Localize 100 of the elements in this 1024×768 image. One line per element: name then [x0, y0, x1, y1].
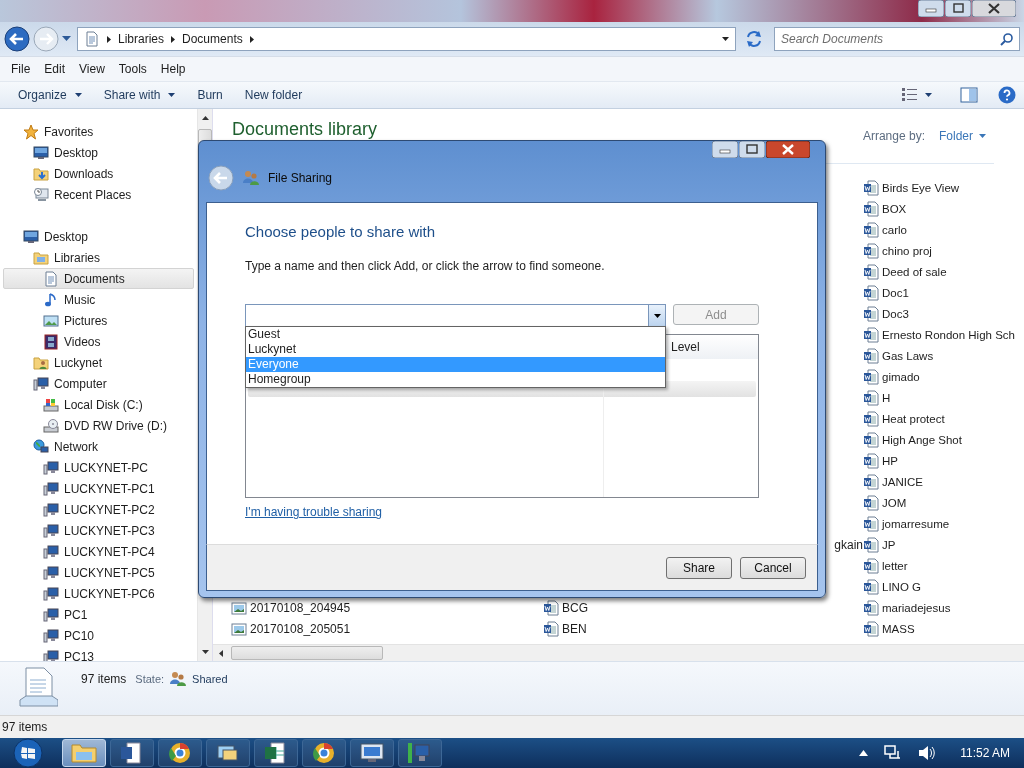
minimize-icon[interactable]: [918, 0, 944, 17]
document-entry[interactable]: Doc1: [863, 282, 1024, 303]
nav-item[interactable]: Desktop: [3, 226, 194, 247]
menu-item[interactable]: Edit: [37, 62, 73, 76]
nav-item[interactable]: Network: [3, 436, 194, 457]
nav-item[interactable]: DVD RW Drive (D:): [3, 415, 194, 436]
arrange-by-dropdown[interactable]: Folder: [939, 129, 986, 143]
close-icon[interactable]: [972, 0, 1016, 17]
document-entry[interactable]: JP: [863, 534, 1024, 555]
taskbar-button[interactable]: [110, 739, 154, 767]
nav-item[interactable]: LUCKYNET-PC: [3, 457, 194, 478]
file-name[interactable]: gkain: [834, 534, 863, 555]
nav-item[interactable]: Luckynet: [3, 352, 194, 373]
picture-entry[interactable]: 20170108_204945: [231, 597, 543, 618]
nav-item[interactable]: Pictures: [3, 310, 194, 331]
nav-item[interactable]: PC1: [3, 604, 194, 625]
refresh-icon[interactable]: [745, 30, 763, 48]
document-entry[interactable]: BOX: [863, 198, 1024, 219]
nav-item[interactable]: LUCKYNET-PC2: [3, 499, 194, 520]
nav-item[interactable]: LUCKYNET-PC6: [3, 583, 194, 604]
show-hidden-icons-icon[interactable]: [859, 750, 869, 756]
taskbar-button[interactable]: [350, 739, 394, 767]
document-entry[interactable]: Heat protect: [863, 408, 1024, 429]
document-entry[interactable]: Ernesto Rondon High Sch: [863, 324, 1024, 345]
taskbar-button[interactable]: [158, 739, 202, 767]
dialog-button[interactable]: Share: [666, 556, 732, 579]
taskbar-button[interactable]: [254, 739, 298, 767]
document-entry[interactable]: High Ange Shot: [863, 429, 1024, 450]
computer-icon: [43, 648, 59, 661]
nav-item[interactable]: Local Disk (C:): [3, 394, 194, 415]
document-entry[interactable]: JANICE: [863, 471, 1024, 492]
menu-item[interactable]: Tools: [111, 62, 154, 76]
toolbar-button[interactable]: Burn: [189, 86, 231, 104]
computer-icon: [43, 543, 59, 560]
scroll-up-icon: [201, 116, 209, 120]
breadcrumb[interactable]: Documents: [182, 32, 243, 46]
address-bar[interactable]: Libraries Documents: [77, 27, 736, 51]
dropdown-button[interactable]: [648, 304, 666, 328]
nav-item[interactable]: Recent Places: [3, 184, 194, 205]
nav-item[interactable]: Computer: [3, 373, 194, 394]
volume-icon[interactable]: [918, 745, 937, 761]
document-entry[interactable]: mariadejesus: [863, 597, 1024, 618]
nav-item[interactable]: Desktop: [3, 142, 194, 163]
nav-item[interactable]: Libraries: [3, 247, 194, 268]
picture-entry[interactable]: 20170108_205051: [231, 618, 543, 639]
document-entry[interactable]: BEN: [543, 618, 863, 639]
nav-item[interactable]: LUCKYNET-PC1: [3, 478, 194, 499]
menu-item[interactable]: File: [4, 62, 38, 76]
taskbar-button[interactable]: [206, 739, 250, 767]
state-value: Shared: [192, 673, 228, 685]
nav-item[interactable]: PC13: [3, 646, 194, 661]
nav-item[interactable]: Documents: [3, 268, 194, 289]
nav-item[interactable]: Videos: [3, 331, 194, 352]
menu-item[interactable]: Help: [153, 62, 193, 76]
search-field[interactable]: Search Documents: [774, 27, 1020, 51]
toolbar-button[interactable]: Organize: [10, 86, 90, 104]
document-entry[interactable]: JOM: [863, 492, 1024, 513]
computer-icon: [43, 564, 59, 581]
document-entry[interactable]: Doc3: [863, 303, 1024, 324]
computer-icon: [43, 522, 59, 539]
nav-item[interactable]: LUCKYNET-PC4: [3, 541, 194, 562]
clock[interactable]: 11:52 AM: [960, 746, 1010, 760]
document-entry[interactable]: gimado: [863, 366, 1024, 387]
help-link[interactable]: I'm having trouble sharing: [245, 505, 383, 520]
nav-item[interactable]: LUCKYNET-PC3: [3, 520, 194, 541]
nav-item[interactable]: Favorites: [3, 121, 194, 142]
document-entry[interactable]: chino proj: [863, 240, 1024, 261]
dialog-button[interactable]: Cancel: [740, 556, 806, 579]
document-entry[interactable]: BCG: [543, 597, 863, 618]
document-entry[interactable]: HP: [863, 450, 1024, 471]
document-entry[interactable]: carlo: [863, 219, 1024, 240]
breadcrumb[interactable]: Libraries: [118, 32, 165, 46]
nav-item[interactable]: PC10: [3, 625, 194, 646]
document-entry[interactable]: H: [863, 387, 1024, 408]
caret-icon[interactable]: [722, 37, 729, 41]
close-icon[interactable]: [766, 141, 810, 158]
document-entry[interactable]: MASS: [863, 618, 1024, 639]
document-entry[interactable]: jomarresume: [863, 513, 1024, 534]
scroll-thumb[interactable]: [231, 646, 383, 660]
horizontal-scrollbar[interactable]: [213, 644, 1024, 661]
document-entry[interactable]: LINO G: [863, 576, 1024, 597]
word-document-icon: [863, 473, 879, 490]
toolbar-button[interactable]: Share with: [95, 86, 184, 104]
taskbar-button[interactable]: [302, 739, 346, 767]
network-icon[interactable]: [884, 745, 903, 761]
nav-item[interactable]: Music: [3, 289, 194, 310]
view-list-icon: [902, 88, 917, 102]
menu-item[interactable]: View: [72, 62, 112, 76]
document-entry[interactable]: Birds Eye View: [863, 177, 1024, 198]
document-entry[interactable]: Deed of sale: [863, 261, 1024, 282]
maximize-icon[interactable]: [739, 141, 765, 158]
nav-item[interactable]: Downloads: [3, 163, 194, 184]
toolbar-button[interactable]: New folder: [236, 86, 311, 104]
name-input-field[interactable]: [245, 304, 648, 328]
document-entry[interactable]: letter: [863, 555, 1024, 576]
nav-item[interactable]: LUCKYNET-PC5: [3, 562, 194, 583]
document-entry[interactable]: Gas Laws: [863, 345, 1024, 366]
dropdown-option[interactable]: Homegroup: [246, 372, 665, 388]
restore-icon[interactable]: [945, 0, 971, 17]
help-icon[interactable]: [998, 86, 1016, 104]
